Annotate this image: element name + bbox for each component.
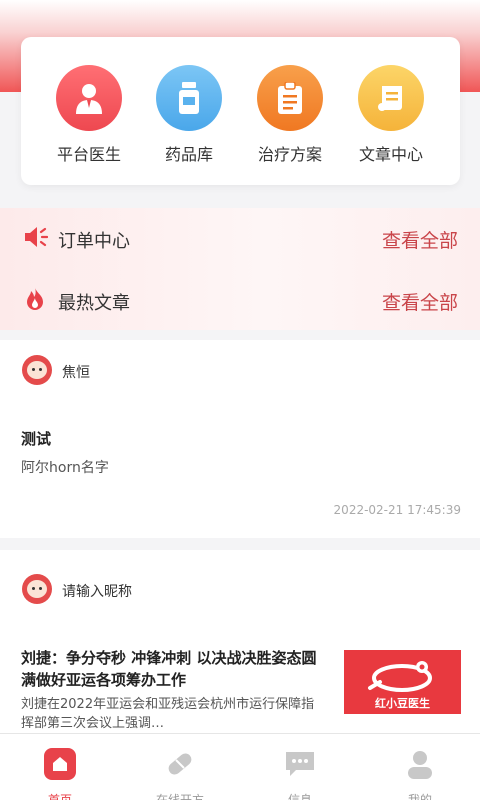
avatar — [22, 574, 52, 604]
hot-articles-row[interactable]: 最热文章 查看全部 — [0, 270, 480, 330]
pill-icon — [164, 748, 196, 780]
article-summary: 刘捷在2022年亚运会和亚残运会杭州市运行保障指挥部第三次会议上强调… — [21, 697, 315, 731]
tab-label: 在线开方 — [155, 793, 204, 800]
tab-profile[interactable]: 我的 — [360, 734, 480, 800]
author-name: 焦恒 — [62, 365, 90, 381]
tab-label: 首页 — [47, 793, 72, 800]
megaphone-icon — [22, 224, 49, 254]
entry-section: 订单中心 查看全部 最热文章 查看全部 — [0, 208, 480, 330]
quick-item-drug-library[interactable]: 药品库 — [144, 65, 234, 165]
medicine-bottle-icon — [156, 65, 222, 131]
home-icon — [44, 748, 76, 780]
article-summary: 阿尔horn名字 — [21, 460, 109, 476]
quick-item-label: 平台医生 — [56, 145, 121, 164]
article-card[interactable]: 焦恒 测试 阿尔horn名字 2022-02-21 17:45:39 — [0, 340, 480, 538]
user-icon — [404, 748, 436, 780]
article-card[interactable]: 请输入昵称 刘捷：争分夺秒 冲锋冲刺 以决战决胜姿态圆满做好亚运各项筹办工作 刘… — [0, 550, 480, 733]
quick-item-platform-doctors[interactable]: 平台医生 — [44, 65, 134, 165]
scroll-icon — [358, 65, 424, 131]
quick-item-label: 药品库 — [164, 145, 213, 164]
message-icon — [284, 748, 316, 780]
tab-label: 信息 — [287, 793, 312, 800]
flame-icon — [22, 286, 48, 316]
quick-item-label: 文章中心 — [358, 145, 423, 164]
avatar — [22, 355, 52, 385]
article-title: 测试 — [21, 430, 52, 448]
tab-home[interactable]: 首页 — [0, 734, 120, 800]
quick-item-label: 治疗方案 — [257, 145, 322, 164]
tab-online-prescription[interactable]: 在线开方 — [120, 734, 240, 800]
logo-icon — [368, 661, 432, 692]
quick-item-article-center[interactable]: 文章中心 — [346, 65, 436, 165]
tab-messages[interactable]: 信息 — [240, 734, 360, 800]
article-timestamp: 2022-02-21 17:45:39 — [333, 503, 461, 517]
thumbnail-caption: 红小豆医生 — [375, 697, 430, 710]
order-center-view-all-link[interactable]: 查看全部 — [382, 226, 458, 253]
article-thumbnail: 红小豆医生 — [344, 650, 461, 714]
quick-menu-card: 平台医生 药品库 治疗方案 文章中心 — [21, 37, 460, 185]
tab-label: 我的 — [407, 793, 432, 800]
clipboard-icon — [257, 65, 323, 131]
author-name: 请输入昵称 — [62, 584, 132, 600]
doctor-icon — [56, 65, 122, 131]
order-center-row[interactable]: 订单中心 查看全部 — [0, 208, 480, 268]
quick-item-treatment-plans[interactable]: 治疗方案 — [245, 65, 335, 165]
hot-articles-title: 最热文章 — [58, 293, 130, 314]
hot-articles-view-all-link[interactable]: 查看全部 — [382, 288, 458, 315]
article-title: 刘捷：争分夺秒 冲锋冲刺 以决战决胜姿态圆满做好亚运各项筹办工作 — [21, 649, 317, 689]
bottom-tab-bar: 首页 在线开方 信息 我的 — [0, 733, 480, 800]
order-center-title: 订单中心 — [58, 231, 130, 252]
